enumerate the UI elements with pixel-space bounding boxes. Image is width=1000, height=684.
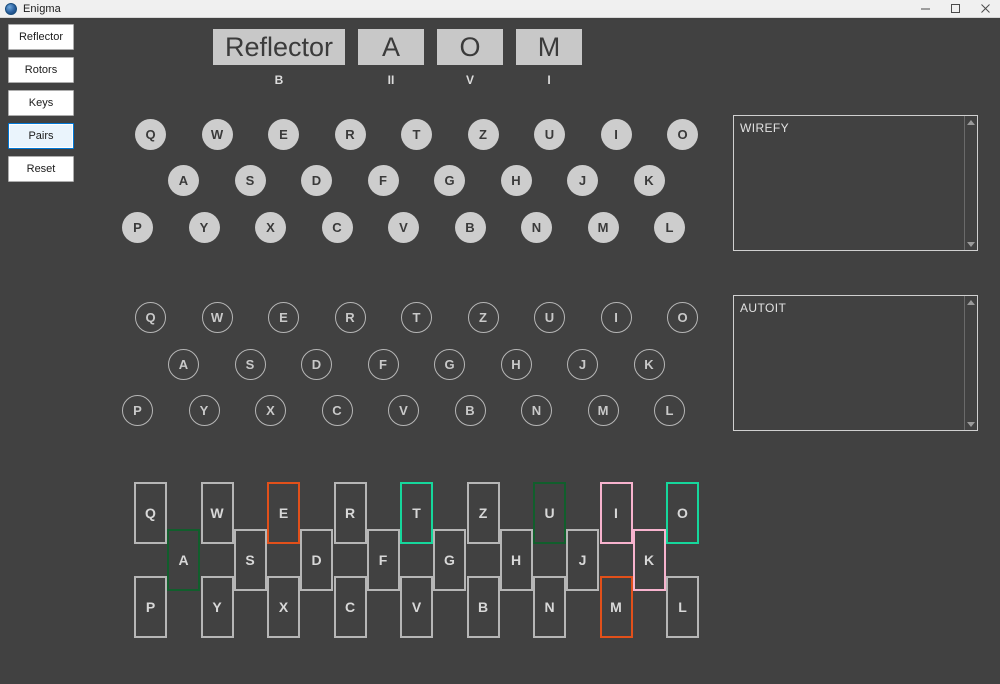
plugboard-key-u[interactable]: U <box>533 482 566 544</box>
lamp-t: T <box>401 302 432 333</box>
plugboard-key-q[interactable]: Q <box>134 482 167 544</box>
input-textbox-value: WIREFY <box>740 121 790 135</box>
plugboard-key-n[interactable]: N <box>533 576 566 638</box>
lamp-c: C <box>321 395 353 427</box>
plugboard-key-j[interactable]: J <box>566 529 599 591</box>
output-textbox-scrollbar[interactable] <box>964 296 977 430</box>
plugboard-key-g[interactable]: G <box>433 529 466 591</box>
lamp-e: E <box>268 302 299 333</box>
output-textbox-value: AUTOIT <box>740 301 787 315</box>
lamp-q: Q <box>135 302 166 333</box>
plugboard-key-l[interactable]: L <box>666 576 699 638</box>
lamp-r: R <box>334 302 366 333</box>
plugboard-key-s[interactable]: S <box>233 529 267 591</box>
lamp-k: K <box>633 348 665 380</box>
plugboard-key-p[interactable]: P <box>134 576 167 638</box>
enigma-app-window: Enigma Reflector Rotors Keys Pairs Reset… <box>0 0 1000 684</box>
lamp-h: H <box>500 348 532 380</box>
plugboard-key-k[interactable]: K <box>632 529 666 591</box>
lamp-l: L <box>654 395 685 427</box>
scroll-down-icon[interactable] <box>965 238 978 250</box>
lamp-o: O <box>667 302 698 333</box>
lamp-y: Y <box>188 395 220 427</box>
scroll-up-icon[interactable] <box>965 116 978 128</box>
input-textbox-scrollbar[interactable] <box>964 116 977 250</box>
plugboard-key-c[interactable]: C <box>333 576 367 638</box>
lamp-d: D <box>301 348 332 380</box>
plugboard-key-x[interactable]: X <box>267 576 300 638</box>
lamp-u: U <box>534 302 565 333</box>
lamp-s: S <box>234 348 266 380</box>
input-textbox[interactable]: WIREFY <box>733 115 978 251</box>
scroll-up-icon[interactable] <box>965 296 978 308</box>
lamp-v: V <box>388 395 419 427</box>
plugboard-key-w[interactable]: W <box>200 482 234 544</box>
scroll-down-icon[interactable] <box>965 418 978 430</box>
lamp-m: M <box>587 395 619 427</box>
lamp-p: P <box>122 395 153 427</box>
plugboard-key-z[interactable]: Z <box>466 482 500 544</box>
plugboard-key-v[interactable]: V <box>400 576 433 638</box>
lamp-b: B <box>454 395 486 427</box>
lamp-z: Z <box>467 302 499 333</box>
plugboard-key-f[interactable]: F <box>366 529 400 591</box>
lamp-f: F <box>367 348 399 380</box>
lamp-a: A <box>168 348 199 380</box>
lamp-i: I <box>600 302 632 333</box>
plugboard-key-r[interactable]: R <box>333 482 367 544</box>
plugboard-key-d[interactable]: D <box>300 529 333 591</box>
lamp-j: J <box>567 348 598 380</box>
plugboard-key-m[interactable]: M <box>599 576 633 638</box>
plugboard-key-i[interactable]: I <box>599 482 633 544</box>
plugboard-key-b[interactable]: B <box>466 576 500 638</box>
lamp-g: G <box>434 348 465 380</box>
plugboard-key-h[interactable]: H <box>499 529 533 591</box>
lamp-w: W <box>201 302 233 333</box>
plugboard-key-a[interactable]: A <box>167 529 200 591</box>
plugboard-key-y[interactable]: Y <box>200 576 234 638</box>
lamp-n: N <box>521 395 552 427</box>
plugboard-key-o[interactable]: O <box>666 482 699 544</box>
plugboard-key-e[interactable]: E <box>267 482 300 544</box>
lamp-x: X <box>255 395 286 427</box>
output-textbox[interactable]: AUTOIT <box>733 295 978 431</box>
plugboard-key-t[interactable]: T <box>400 482 433 544</box>
